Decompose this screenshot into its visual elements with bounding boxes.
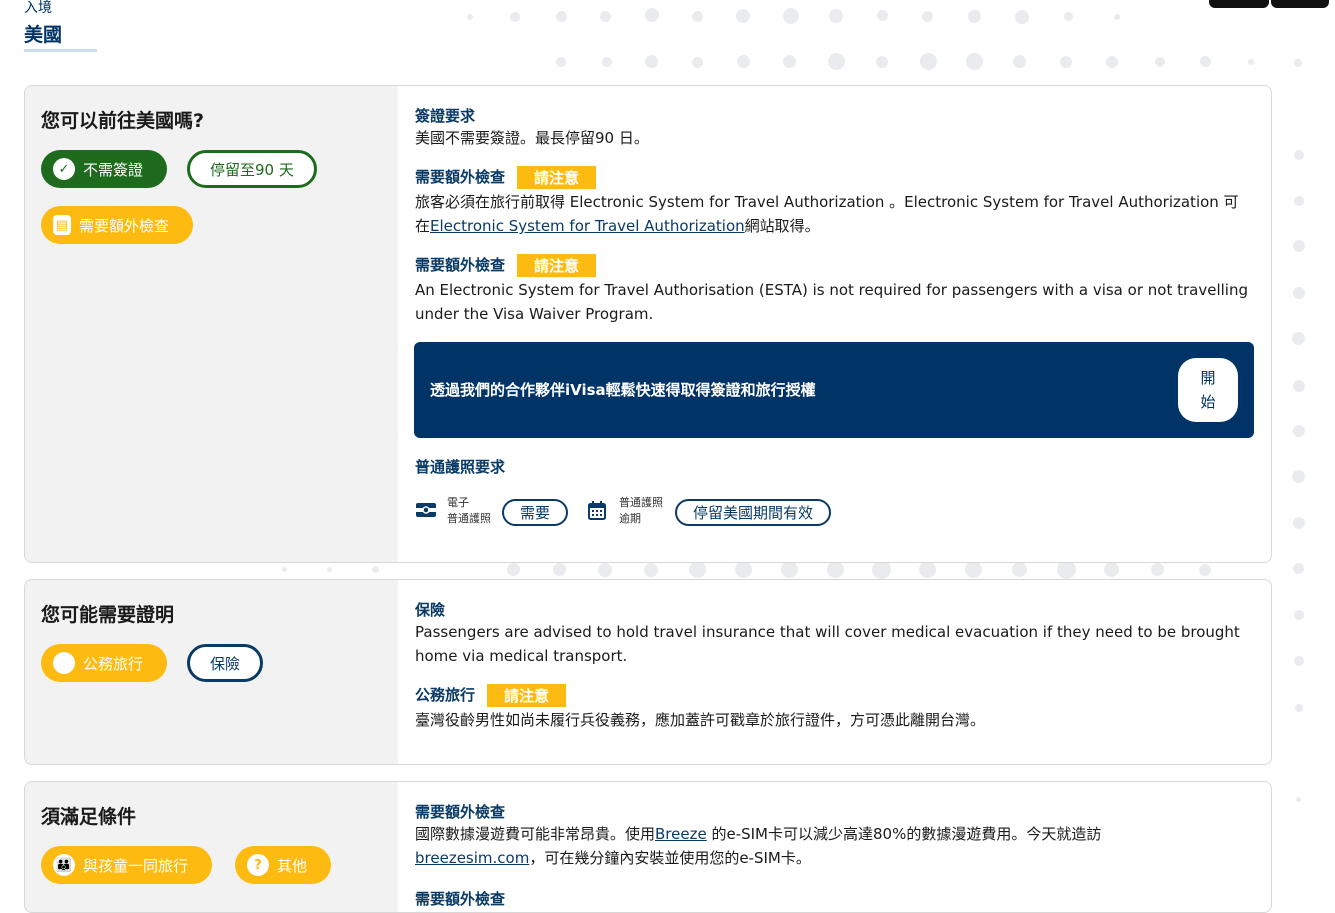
children-travel-pill[interactable]: 👪 與孩童一同旅行 bbox=[41, 846, 213, 884]
extra-check-text-2: An Electronic System for Travel Authoris… bbox=[415, 281, 1248, 323]
visa-requirement-text: 美國不需要簽證。最長停留90 日。 bbox=[415, 129, 649, 147]
question-icon: ? bbox=[247, 854, 269, 876]
calendar-icon bbox=[588, 501, 606, 520]
extra-check-title-next: 需要額外檢查 bbox=[415, 890, 506, 908]
check-circle-icon: ✓ bbox=[53, 158, 75, 180]
no-visa-pill[interactable]: ✓ 不需簽證 bbox=[41, 150, 168, 188]
chip-card-icon bbox=[416, 503, 436, 517]
section-title-label: 公務旅行 bbox=[415, 686, 476, 704]
attention-badge: 請注意 bbox=[487, 684, 567, 707]
card-details-panel: 簽證要求 美國不需要簽證。最長停留90 日。 需要額外檢查 請注意 旅客必須在旅行… bbox=[398, 86, 1271, 562]
promo-text: 透過我們的合作夥伴iVisa輕鬆快速得取得簽證和旅行授權 bbox=[430, 381, 816, 399]
extra-check-title-2: 需要額外檢查 請注意 bbox=[415, 254, 597, 277]
epassport-required-pill[interactable]: 需要 bbox=[502, 499, 569, 526]
extra-check-title-1: 需要額外檢查 請注意 bbox=[415, 166, 597, 189]
proof-required-card: 您可能需要證明 公務旅行 保險 保險 Passengers are advise… bbox=[24, 579, 1272, 765]
card-summary-panel: 您可能需要證明 公務旅行 保險 bbox=[25, 580, 398, 764]
insurance-title: 保險 bbox=[415, 601, 446, 619]
circle-icon bbox=[53, 652, 75, 674]
children-icon: 👪 bbox=[53, 854, 75, 876]
label-line: 電子 bbox=[447, 496, 469, 509]
pill-label: 其他 bbox=[277, 856, 308, 875]
ivisa-promo-banner: 透過我們的合作夥伴iVisa輕鬆快速得取得簽證和旅行授權 開始 bbox=[414, 342, 1254, 438]
pill-label: 停留至90 天 bbox=[210, 160, 294, 179]
text-segment: 的e-SIM卡可以減少高達80%的數據漫遊費用。今天就造訪 bbox=[706, 825, 1102, 843]
card-details-panel: 需要額外檢查 國際數據漫遊費可能非常昂貴。使用Breeze 的e-SIM卡可以減… bbox=[398, 782, 1271, 912]
passport-validity-label: 普通護照 逾期 bbox=[619, 495, 663, 527]
section-title-label: 需要額外檢查 bbox=[415, 256, 506, 274]
official-travel-pill[interactable]: 公務旅行 bbox=[41, 644, 168, 682]
top-nav-control-1[interactable] bbox=[1209, 0, 1269, 8]
extra-check-title: 需要額外檢查 bbox=[415, 803, 506, 821]
passport-requirement-title: 普通護照要求 bbox=[415, 458, 506, 476]
text-segment: 網站取得。 bbox=[744, 217, 820, 235]
breadcrumb[interactable]: 入境 bbox=[24, 0, 52, 17]
card-heading: 您可以前往美國嗎? bbox=[41, 110, 205, 132]
other-pill[interactable]: ? 其他 bbox=[235, 846, 332, 884]
card-summary-panel: 您可以前往美國嗎? ✓ 不需簽證 停留至90 天 ▤ 需要額外檢查 bbox=[25, 86, 398, 562]
esta-link[interactable]: Electronic System for Travel Authorizati… bbox=[430, 217, 745, 235]
conditions-card: 須滿足條件 👪 與孩童一同旅行 ? 其他 需要額外檢查 國際數據漫遊費可能非常昂… bbox=[24, 781, 1272, 913]
text-segment: ，可在幾分鐘內安裝並使用您的e-SIM卡。 bbox=[529, 849, 811, 867]
title-underline bbox=[24, 49, 97, 52]
start-button[interactable]: 開始 bbox=[1178, 358, 1238, 422]
page-title: 美國 bbox=[24, 24, 63, 46]
pill-label: 保險 bbox=[210, 654, 241, 673]
official-travel-title: 公務旅行 請注意 bbox=[415, 684, 567, 707]
card-heading: 須滿足條件 bbox=[41, 806, 137, 828]
passport-validity-pill[interactable]: 停留美國期間有效 bbox=[675, 499, 832, 526]
pill-label: 與孩童一同旅行 bbox=[83, 856, 189, 875]
breeze-link[interactable]: Breeze bbox=[655, 825, 707, 843]
card-heading: 您可能需要證明 bbox=[41, 604, 175, 626]
stay-duration-pill[interactable]: 停留至90 天 bbox=[187, 150, 317, 188]
official-travel-text: 臺灣役齡男性如尚未履行兵役義務，應加蓋許可戳章於旅行證件，方可憑此離開台灣。 bbox=[415, 711, 986, 729]
pill-label: 公務旅行 bbox=[83, 654, 144, 673]
top-nav-control-2[interactable] bbox=[1271, 0, 1329, 8]
label-line: 普通護照 bbox=[619, 496, 663, 509]
extra-check-text-1: 旅客必須在旅行前取得 Electronic System for Travel … bbox=[415, 190, 1251, 238]
label-line: 普通護照 bbox=[447, 512, 491, 525]
passport-icon: ▤ bbox=[53, 215, 71, 235]
insurance-pill[interactable]: 保險 bbox=[187, 644, 264, 682]
text-segment: 國際數據漫遊費可能非常昂貴。使用 bbox=[415, 825, 656, 843]
section-title-label: 需要額外檢查 bbox=[415, 168, 506, 186]
card-summary-panel: 須滿足條件 👪 與孩童一同旅行 ? 其他 bbox=[25, 782, 398, 912]
esim-text: 國際數據漫遊費可能非常昂貴。使用Breeze 的e-SIM卡可以減少高達80%的… bbox=[415, 822, 1251, 870]
insurance-text: Passengers are advised to hold travel in… bbox=[415, 623, 1240, 665]
breezesim-link[interactable]: breezesim.com bbox=[415, 849, 529, 867]
visa-requirement-title: 簽證要求 bbox=[415, 107, 476, 125]
epassport-label: 電子 普通護照 bbox=[447, 495, 491, 527]
card-details-panel: 保險 Passengers are advised to hold travel… bbox=[398, 580, 1271, 764]
attention-badge: 請注意 bbox=[517, 166, 597, 189]
attention-badge: 請注意 bbox=[517, 254, 597, 277]
label-line: 逾期 bbox=[619, 512, 641, 525]
pill-label: 不需簽證 bbox=[83, 160, 144, 179]
visa-requirements-card: 您可以前往美國嗎? ✓ 不需簽證 停留至90 天 ▤ 需要額外檢查 簽證要求 美… bbox=[24, 85, 1272, 563]
extra-check-pill[interactable]: ▤ 需要額外檢查 bbox=[41, 206, 194, 244]
pill-label: 需要額外檢查 bbox=[79, 216, 170, 235]
